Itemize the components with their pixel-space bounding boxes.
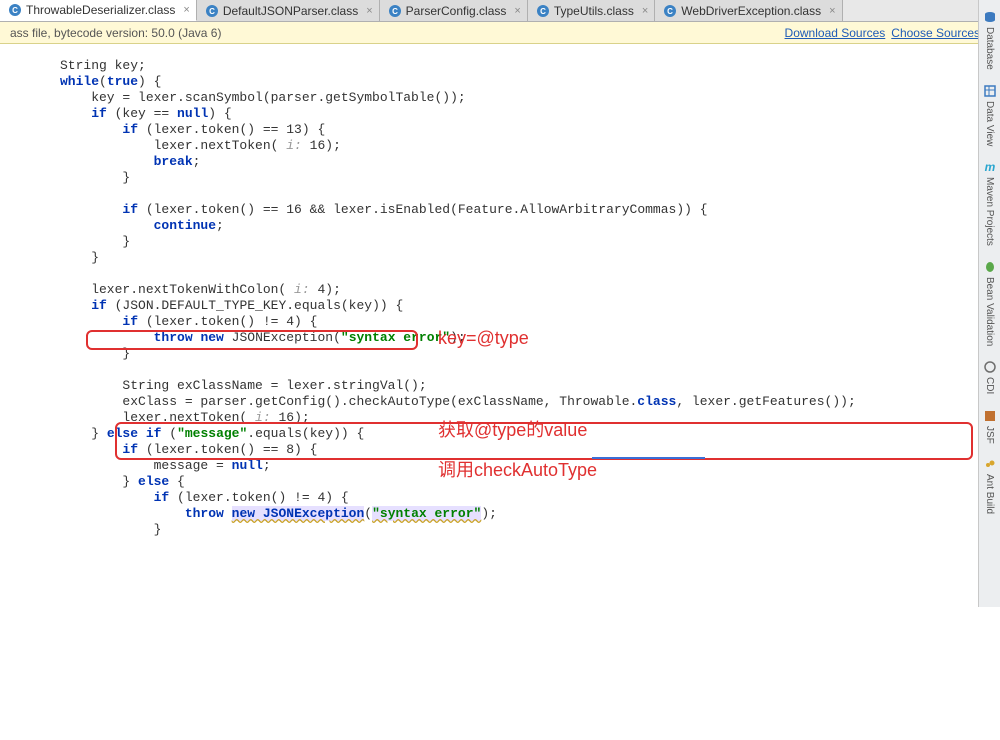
tab-default-json-parser[interactable]: C DefaultJSONParser.class × — [197, 0, 380, 21]
code-line: if (lexer.token() == 16 && lexer.isEnabl… — [60, 202, 708, 217]
rail-data-view[interactable]: Data View — [982, 80, 998, 150]
ant-icon — [983, 457, 997, 471]
info-text: ass file, bytecode version: 50.0 (Java 6… — [10, 26, 221, 40]
tab-label: DefaultJSONParser.class — [223, 4, 358, 18]
tab-parser-config[interactable]: C ParserConfig.class × — [380, 0, 528, 21]
code-line: if (key == null) { — [60, 106, 232, 121]
code-line: message = null; — [60, 458, 271, 473]
code-line: } else { — [60, 474, 185, 489]
code-line: } — [60, 250, 99, 265]
rail-label: Database — [984, 27, 995, 70]
tab-label: WebDriverException.class — [681, 4, 821, 18]
rail-label: Bean Validation — [984, 277, 995, 346]
info-links: Download Sources Choose Sources... — [785, 26, 990, 40]
rail-label: Maven Projects — [984, 177, 995, 246]
tool-window-rail: Database Data View m Maven Projects Bean… — [978, 0, 1000, 607]
maven-icon: m — [983, 160, 997, 174]
class-icon: C — [205, 4, 219, 18]
code-line: continue; — [60, 218, 224, 233]
code-line: String exClassName = lexer.stringVal(); — [60, 378, 427, 393]
class-icon: C — [8, 3, 22, 17]
annotation-get-value: 获取@type的value — [438, 422, 587, 438]
code-line: throw new JSONException("syntax error"); — [60, 330, 466, 345]
svg-text:m: m — [984, 160, 995, 174]
code-editor[interactable]: String key; while(true) { key = lexer.sc… — [0, 44, 1000, 740]
rail-database[interactable]: Database — [982, 6, 998, 74]
code-line: lexer.nextTokenWithColon( i: 4); — [60, 282, 341, 297]
code-line: if (lexer.token() != 4) { — [60, 490, 349, 505]
rail-maven[interactable]: m Maven Projects — [982, 156, 998, 250]
code-line: lexer.nextToken( i: 16); — [60, 410, 310, 425]
rail-label: CDI — [984, 377, 995, 394]
tab-webdriver-exception[interactable]: C WebDriverException.class × — [655, 0, 842, 21]
code-line: if (lexer.token() != 4) { — [60, 314, 317, 329]
code-line: exClass = parser.getConfig().checkAutoTy… — [60, 394, 856, 409]
code-line — [60, 186, 68, 201]
decompiled-info-bar: ass file, bytecode version: 50.0 (Java 6… — [0, 22, 1000, 44]
cdi-icon — [983, 360, 997, 374]
code-line — [60, 266, 68, 281]
rail-ant[interactable]: Ant Build — [982, 453, 998, 518]
svg-text:C: C — [540, 7, 546, 16]
code-line: lexer.nextToken( i: 16); — [60, 138, 341, 153]
code-line: String key; — [60, 58, 146, 73]
rail-jsf[interactable]: JSF — [982, 405, 998, 448]
editor-tabs: C ThrowableDeserializer.class × C Defaul… — [0, 0, 1000, 22]
rail-label: Ant Build — [984, 474, 995, 514]
tab-label: TypeUtils.class — [554, 4, 634, 18]
svg-text:C: C — [12, 6, 18, 15]
choose-sources-link[interactable]: Choose Sources... — [891, 26, 990, 40]
code-line: break; — [60, 154, 200, 169]
code-line — [60, 362, 68, 377]
class-icon: C — [388, 4, 402, 18]
close-icon[interactable]: × — [366, 5, 372, 17]
close-icon[interactable]: × — [183, 4, 189, 16]
close-icon[interactable]: × — [829, 5, 835, 17]
data-view-icon — [983, 84, 997, 98]
code-line: while(true) { — [60, 74, 161, 89]
tab-throwable-deserializer[interactable]: C ThrowableDeserializer.class × — [0, 0, 197, 21]
code-line: if (lexer.token() == 8) { — [60, 442, 317, 457]
rail-label: JSF — [984, 426, 995, 444]
close-icon[interactable]: × — [642, 5, 648, 17]
tab-type-utils[interactable]: C TypeUtils.class × — [528, 0, 655, 21]
svg-text:C: C — [209, 7, 215, 16]
annotation-checkautotype: 调用checkAutoType — [438, 462, 597, 478]
close-icon[interactable]: × — [514, 5, 520, 17]
code-line: } — [60, 170, 130, 185]
code-line: throw new JSONException("syntax error"); — [60, 506, 497, 521]
database-icon — [983, 10, 997, 24]
rail-cdi[interactable]: CDI — [982, 356, 998, 398]
code-line: } — [60, 234, 130, 249]
tab-label: ThrowableDeserializer.class — [26, 3, 175, 17]
bean-icon — [983, 260, 997, 274]
code-line: } — [60, 522, 161, 537]
code-line: if (JSON.DEFAULT_TYPE_KEY.equals(key)) { — [60, 298, 403, 313]
underline-throwable-class — [592, 457, 705, 459]
svg-text:C: C — [667, 7, 673, 16]
rail-label: Data View — [984, 101, 995, 146]
code-line: if (lexer.token() == 13) { — [60, 122, 325, 137]
jsf-icon — [983, 409, 997, 423]
class-icon: C — [536, 4, 550, 18]
class-icon: C — [663, 4, 677, 18]
code-line: } — [60, 346, 130, 361]
rail-bean-validation[interactable]: Bean Validation — [982, 256, 998, 350]
download-sources-link[interactable]: Download Sources — [785, 26, 886, 40]
tab-label: ParserConfig.class — [406, 4, 507, 18]
code-line: } else if ("message".equals(key)) { — [60, 426, 364, 441]
svg-text:C: C — [392, 7, 398, 16]
code-line: key = lexer.scanSymbol(parser.getSymbolT… — [60, 90, 466, 105]
